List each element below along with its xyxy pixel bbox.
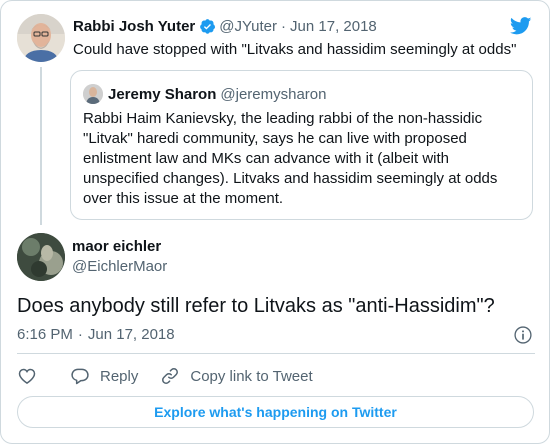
info-icon[interactable] [513,325,533,345]
copy-link-label: Copy link to Tweet [190,367,313,385]
copy-link-button[interactable]: Copy link to Tweet [160,366,313,386]
avatar-josh-yuter[interactable] [17,14,65,62]
reply-bubble-icon [71,368,89,385]
parent-tweet-header: Rabbi Josh Yuter @JYuter · Jun 17, 2018 [73,16,377,36]
like-button[interactable] [17,366,37,386]
parent-tweet-text: Could have stopped with "Litvaks and has… [73,41,517,58]
heart-icon [18,368,36,384]
thread-connector-line [40,67,42,225]
explore-twitter-button[interactable]: Explore what's happening on Twitter [17,396,534,428]
tweet-timestamp[interactable]: 6:16 PM · Jun 17, 2018 [17,326,175,343]
avatar-maor-eichler[interactable] [17,233,65,281]
tweet-date[interactable]: Jun 17, 2018 [88,326,175,343]
quoted-tweet[interactable]: Jeremy Sharon @jeremysharon Rabbi Haim K… [70,70,533,220]
tweet-embed-card: Rabbi Josh Yuter @JYuter · Jun 17, 2018 … [0,0,550,444]
separator-dot: · [77,326,83,343]
quoted-tweet-header: Jeremy Sharon @jeremysharon [83,84,327,104]
link-icon [162,368,179,384]
author-name[interactable]: Rabbi Josh Yuter [73,18,195,35]
verified-badge-icon [200,18,216,34]
divider [17,353,535,354]
author-handle[interactable]: @EichlerMaor [72,258,167,275]
quoted-author-handle: @jeremysharon [220,85,327,103]
tweet-time[interactable]: 6:16 PM [17,326,73,343]
reply-button[interactable]: Reply [70,366,138,386]
twitter-bird-icon[interactable] [510,17,532,35]
reply-label: Reply [100,367,139,385]
author-handle[interactable]: @JYuter [219,18,277,35]
author-name[interactable]: maor eichler [72,238,161,255]
tweet-date[interactable]: Jun 17, 2018 [290,18,377,35]
separator-dot: · [281,17,287,35]
quoted-tweet-text: Rabbi Haim Kanievsky, the leading rabbi … [83,110,498,207]
tweet-actions: Reply Copy link to Tweet [17,365,313,387]
main-tweet-text: Does anybody still refer to Litvaks as "… [17,295,495,317]
quoted-author-name: Jeremy Sharon [108,85,217,103]
avatar-jeremy-sharon [83,84,103,104]
